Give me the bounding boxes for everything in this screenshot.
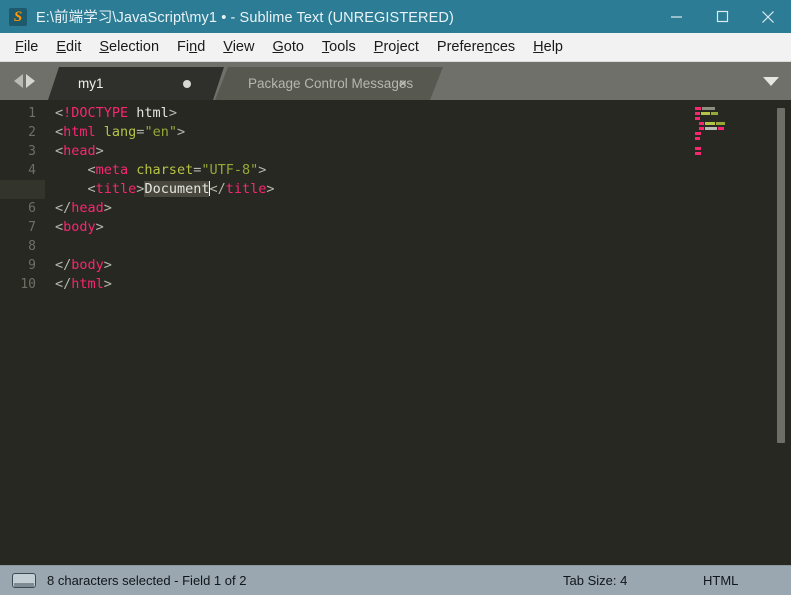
tab-bar: my1 Package Control Messages × <box>0 62 791 100</box>
line-number: 3 <box>28 144 36 159</box>
menu-item-find[interactable]: Find <box>168 36 214 58</box>
status-message: 8 characters selected - Field 1 of 2 <box>47 573 247 588</box>
code-line-5: <title>Document</title> <box>87 181 275 197</box>
sublime-text-window: S E:\前端学习\JavaScript\my1 • - Sublime Tex… <box>0 0 791 595</box>
line-number: 9 <box>28 258 36 273</box>
code-line-10: </html> <box>55 276 112 292</box>
code-line-1: <!DOCTYPE html> <box>55 105 177 121</box>
arrow-right-icon[interactable] <box>25 74 35 88</box>
status-tab-size[interactable]: Tab Size: 4 <box>563 573 627 588</box>
line-number: 1 <box>28 106 36 121</box>
menu-item-help[interactable]: Help <box>524 36 572 58</box>
menu-item-view[interactable]: View <box>214 36 263 58</box>
status-syntax[interactable]: HTML <box>703 573 738 588</box>
tab-label: my1 <box>78 76 104 91</box>
code-line-6: </head> <box>55 200 112 216</box>
minimize-icon[interactable] <box>653 0 699 33</box>
line-number: 4 <box>28 163 36 178</box>
menu-bar: File Edit Selection Find View Goto Tools… <box>0 33 791 62</box>
tab-nav-arrows <box>0 62 48 100</box>
code-content[interactable]: <!DOCTYPE html> <html lang="en"> <head> … <box>45 100 791 565</box>
window-controls <box>653 0 791 33</box>
menu-item-project[interactable]: Project <box>365 36 428 58</box>
status-bar: 8 characters selected - Field 1 of 2 Tab… <box>0 565 791 595</box>
editor-area[interactable]: 1 2 3 4 5 6 7 8 9 10 <!DOCTYPE html> <ht… <box>0 100 791 565</box>
tab-dirty-indicator[interactable] <box>183 80 191 88</box>
monitor-icon[interactable] <box>12 573 36 588</box>
line-number: 8 <box>28 239 36 254</box>
code-line-9: </body> <box>55 257 112 273</box>
line-number: 2 <box>28 125 36 140</box>
close-icon[interactable] <box>745 0 791 33</box>
line-number: 7 <box>28 220 36 235</box>
code-line-7: <body> <box>55 219 104 235</box>
chevron-down-icon[interactable] <box>760 70 782 92</box>
minimap-row <box>687 151 769 156</box>
menu-item-edit[interactable]: Edit <box>47 36 90 58</box>
code-line-2: <html lang="en"> <box>55 124 186 140</box>
tab-package-control-messages[interactable]: Package Control Messages × <box>215 67 443 100</box>
code-line-3: <head> <box>55 143 104 159</box>
tab-label: Package Control Messages <box>248 76 414 91</box>
sublime-logo-glyph: S <box>13 8 23 25</box>
menu-item-selection[interactable]: Selection <box>90 36 168 58</box>
active-line-gutter-highlight <box>0 180 45 199</box>
editor-scrollbar[interactable] <box>776 106 786 559</box>
tab-my1[interactable]: my1 <box>48 67 224 100</box>
menu-item-tools[interactable]: Tools <box>313 36 365 58</box>
code-line-4: <meta charset="UTF-8"> <box>87 162 267 178</box>
menu-item-preferences[interactable]: Preferences <box>428 36 524 58</box>
line-number-gutter: 1 2 3 4 5 6 7 8 9 10 <box>0 100 45 565</box>
minimap[interactable] <box>687 100 769 565</box>
menu-item-goto[interactable]: Goto <box>263 36 312 58</box>
chevron-down-glyph <box>763 76 779 86</box>
window-title: E:\前端学习\JavaScript\my1 • - Sublime Text … <box>36 10 454 26</box>
maximize-icon[interactable] <box>699 0 745 33</box>
selected-text: Document <box>144 181 210 197</box>
arrow-left-icon[interactable] <box>13 74 23 88</box>
line-number: 6 <box>28 201 36 216</box>
close-icon[interactable]: × <box>395 75 411 91</box>
scrollbar-thumb[interactable] <box>777 108 785 444</box>
title-bar: S E:\前端学习\JavaScript\my1 • - Sublime Tex… <box>0 0 791 33</box>
sublime-logo-icon: S <box>9 7 27 26</box>
tab-background <box>48 67 224 100</box>
line-number: 10 <box>20 277 36 292</box>
menu-item-file[interactable]: File <box>6 36 47 58</box>
